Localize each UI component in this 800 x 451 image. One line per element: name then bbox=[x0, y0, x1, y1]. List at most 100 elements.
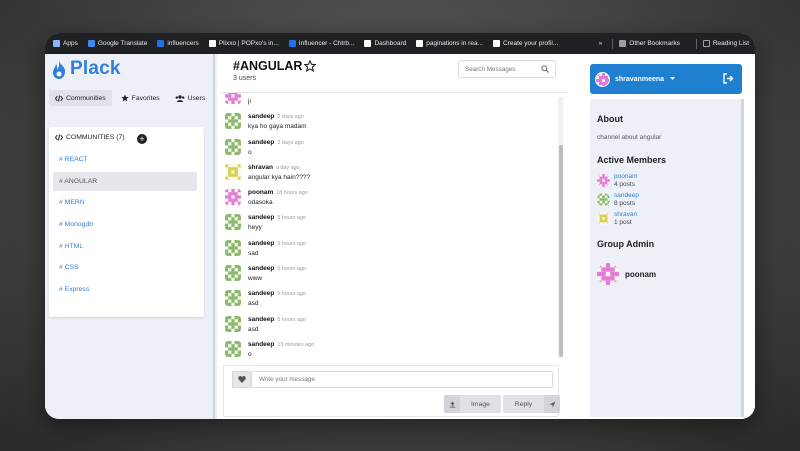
code-icon bbox=[55, 134, 63, 141]
community-item[interactable]: # CSS bbox=[53, 258, 197, 277]
search-icon[interactable] bbox=[541, 65, 549, 73]
message-timestamp: 5 hours ago bbox=[277, 266, 306, 273]
message-author[interactable]: sandeep 5 hours ago bbox=[248, 316, 306, 323]
plack-app: Plack Communities Favorites Users COMMUN… bbox=[45, 54, 755, 419]
messages-list: ji sandeep 2 days ago kya ho gaya madam s… bbox=[221, 93, 556, 358]
community-item[interactable]: # Express bbox=[53, 280, 197, 299]
reading-list[interactable]: Reading List bbox=[702, 40, 749, 47]
avatar[interactable] bbox=[225, 340, 241, 357]
bookmark-item[interactable]: paginations in rea... bbox=[416, 40, 483, 47]
message-item: sandeep 2 days ago kya ho gaya madam bbox=[221, 110, 556, 135]
message-timestamp: 13 minutes ago bbox=[277, 341, 315, 348]
message-text: www bbox=[248, 275, 263, 283]
messages-scrollbar[interactable] bbox=[558, 97, 563, 358]
messages-panel: ji sandeep 2 days ago kya ho gaya madam s… bbox=[221, 92, 568, 358]
message-author[interactable]: sandeep 5 hours ago bbox=[248, 290, 306, 297]
upload-icon bbox=[444, 395, 460, 413]
avatar[interactable] bbox=[225, 163, 241, 180]
bookmark-favicon-icon bbox=[288, 40, 296, 47]
message-timestamp: 5 hours ago bbox=[277, 316, 306, 323]
community-item[interactable]: # MERN bbox=[53, 193, 197, 212]
tab-favorites[interactable]: Favorites bbox=[115, 90, 166, 106]
channel-user-count: 3 users bbox=[233, 75, 256, 82]
favorite-star-icon[interactable] bbox=[304, 60, 317, 72]
current-user-name[interactable]: shravanmeena bbox=[615, 76, 664, 83]
heart-icon bbox=[237, 376, 246, 383]
bookmarks-bar: Apps Google Translate influencers Plixxo | … bbox=[45, 33, 755, 54]
avatar[interactable] bbox=[225, 214, 241, 231]
channel-description: channel about angular bbox=[597, 134, 662, 141]
message-author[interactable]: sandeep 5 hours ago bbox=[248, 240, 306, 247]
logout-icon[interactable] bbox=[723, 73, 734, 84]
communities-panel: COMMUNITIES (7) + # REACT # ANGULAR # MERN… bbox=[49, 127, 204, 317]
reply-button[interactable]: Reply bbox=[503, 395, 560, 413]
message-author[interactable]: sandeep 2 days ago bbox=[248, 113, 304, 120]
avatar[interactable] bbox=[225, 93, 241, 104]
message-author[interactable]: poonam 18 hours ago bbox=[248, 189, 308, 196]
chevron-down-icon[interactable] bbox=[670, 77, 676, 81]
avatar[interactable] bbox=[225, 315, 241, 332]
message-text: o bbox=[248, 350, 252, 358]
bookmark-item[interactable]: Apps bbox=[53, 40, 78, 47]
star-icon bbox=[120, 94, 129, 102]
group-admin-heading: Group Admin bbox=[597, 239, 655, 249]
emoji-button[interactable] bbox=[232, 371, 251, 388]
member-name: poonam bbox=[614, 173, 638, 180]
message-text: ji bbox=[248, 98, 251, 105]
message-author[interactable]: sandeep 5 hours ago bbox=[248, 265, 306, 272]
bookmark-favicon-icon bbox=[157, 40, 165, 47]
message-item: poonam 18 hours ago odasoka bbox=[221, 186, 556, 211]
app-logo[interactable]: Plack bbox=[52, 58, 121, 80]
bookmark-item[interactable]: Google Translate bbox=[87, 40, 147, 47]
member-post-count: 1 post bbox=[614, 219, 632, 226]
message-author[interactable]: sandeep 5 hours ago bbox=[248, 214, 306, 221]
channel-title: #ANGULAR bbox=[233, 59, 317, 73]
sidebar-tabs: Communities Favorites Users bbox=[49, 90, 214, 106]
search-box bbox=[458, 60, 556, 78]
message-item: sandeep 5 hours ago asd bbox=[221, 287, 556, 312]
bookmark-item[interactable]: Plixxo | POPxo's in... bbox=[208, 40, 279, 47]
group-admin[interactable]: poonam bbox=[597, 263, 656, 285]
bookmark-item[interactable]: Create your profil... bbox=[492, 40, 558, 47]
message-timestamp: 18 hours ago bbox=[276, 190, 308, 197]
avatar bbox=[597, 193, 610, 206]
message-author[interactable]: sandeep 13 minutes ago bbox=[248, 341, 314, 348]
message-text: angular kya hain???? bbox=[248, 173, 311, 181]
search-input[interactable] bbox=[465, 65, 539, 73]
message-item: sandeep 5 hours ago www bbox=[221, 262, 556, 287]
bookmark-item[interactable]: Influencer - Chtrb... bbox=[288, 40, 354, 47]
avatar[interactable] bbox=[225, 189, 241, 206]
upload-image-button[interactable]: Image bbox=[444, 395, 501, 413]
message-author[interactable]: shravan a day ago bbox=[248, 164, 300, 171]
bookmark-item[interactable]: influencers bbox=[157, 40, 199, 47]
community-item[interactable]: # ANGULAR bbox=[53, 171, 197, 191]
avatar[interactable] bbox=[225, 290, 241, 307]
scrollbar-thumb[interactable] bbox=[558, 145, 563, 357]
avatar[interactable] bbox=[225, 138, 241, 155]
add-community-button[interactable]: + bbox=[137, 134, 147, 144]
tab-users[interactable]: Users bbox=[169, 90, 212, 106]
bookmark-favicon-icon bbox=[416, 40, 424, 47]
other-bookmarks[interactable]: Other Bookmarks bbox=[619, 40, 680, 47]
bookmark-item[interactable]: Dashboard bbox=[364, 40, 406, 47]
message-text: odasoka bbox=[248, 199, 273, 207]
channel-info-panel: About channel about angular Active Membe… bbox=[590, 99, 744, 417]
message-item: sandeep 13 minutes ago o bbox=[221, 338, 556, 358]
community-item[interactable]: # HTML bbox=[53, 237, 197, 256]
active-members-heading: Active Members bbox=[597, 155, 667, 165]
message-author[interactable]: sandeep 2 days ago bbox=[248, 139, 304, 146]
member-name: sandeep bbox=[614, 192, 639, 199]
community-item[interactable]: # REACT bbox=[53, 150, 197, 169]
message-input[interactable] bbox=[251, 371, 553, 388]
avatar[interactable] bbox=[225, 265, 241, 282]
message-author[interactable] bbox=[248, 93, 251, 95]
code-icon bbox=[55, 94, 63, 102]
community-item[interactable]: # Monogdb bbox=[53, 215, 197, 234]
avatar[interactable] bbox=[225, 113, 241, 130]
message-item: sandeep 5 hours ago heyy bbox=[221, 211, 556, 236]
tab-communities[interactable]: Communities bbox=[49, 90, 112, 106]
avatar[interactable] bbox=[225, 239, 241, 256]
plus-icon: + bbox=[139, 133, 145, 144]
bookmarks-more[interactable]: » bbox=[599, 40, 603, 47]
bookmark-favicon-icon bbox=[208, 40, 216, 47]
